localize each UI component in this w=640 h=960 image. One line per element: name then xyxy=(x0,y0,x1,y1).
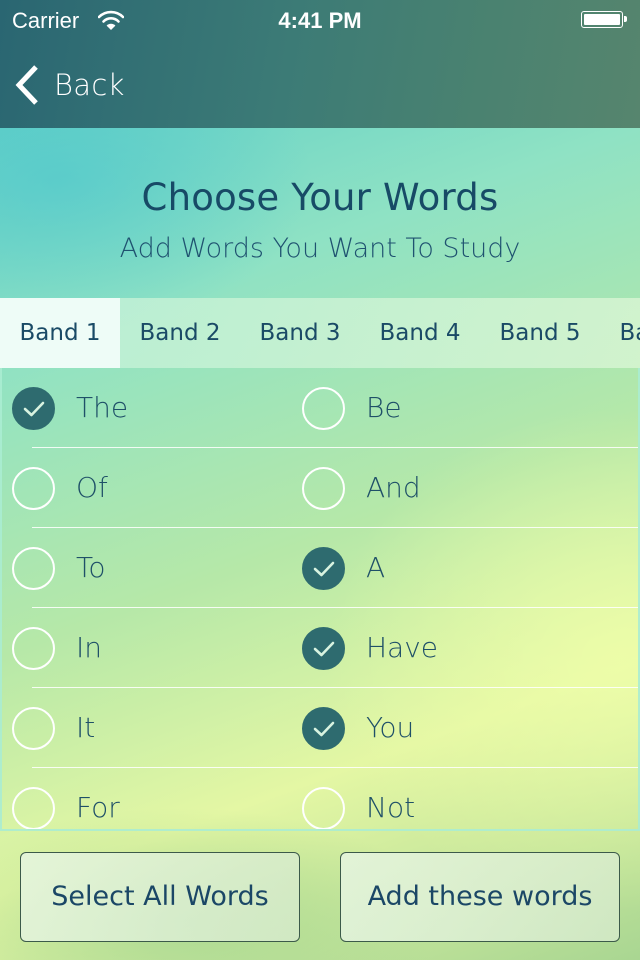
word-label: Be xyxy=(366,391,402,424)
word-row: In Have xyxy=(2,608,638,688)
word-item[interactable]: Of xyxy=(2,448,292,528)
checked-circle-icon[interactable] xyxy=(12,387,55,430)
word-label: A xyxy=(366,551,386,584)
word-list[interactable]: The Be Of And To A In Have It You For Not xyxy=(0,368,640,831)
word-label: The xyxy=(76,391,129,424)
word-item[interactable]: You xyxy=(292,688,582,768)
word-row: To A xyxy=(2,528,638,608)
word-row: For Not xyxy=(2,768,638,829)
word-item[interactable]: For xyxy=(2,768,292,829)
tab-band-3[interactable]: Band 3 xyxy=(240,298,360,368)
unchecked-circle-icon[interactable] xyxy=(12,627,55,670)
chevron-left-icon xyxy=(15,65,38,105)
navigation-bar: Carrier 4:41 PM Back xyxy=(0,0,640,128)
back-label: Back xyxy=(54,68,125,102)
unchecked-circle-icon[interactable] xyxy=(302,387,345,430)
tab-band-5[interactable]: Band 5 xyxy=(480,298,600,368)
word-item[interactable]: A xyxy=(292,528,582,608)
word-label: You xyxy=(366,711,415,744)
clock: 4:41 PM xyxy=(278,8,362,33)
word-row: It You xyxy=(2,688,638,768)
word-item[interactable]: The xyxy=(2,368,292,448)
unchecked-circle-icon[interactable] xyxy=(302,787,345,829)
word-row: Of And xyxy=(2,448,638,528)
page-title: Choose Your Words xyxy=(141,176,499,219)
unchecked-circle-icon[interactable] xyxy=(12,707,55,750)
word-label: Not xyxy=(366,791,416,824)
word-label: To xyxy=(76,551,106,584)
word-item[interactable]: To xyxy=(2,528,292,608)
unchecked-circle-icon[interactable] xyxy=(12,787,55,829)
title-block: Choose Your Words Add Words You Want To … xyxy=(0,128,640,298)
word-item[interactable]: Not xyxy=(292,768,582,829)
checked-circle-icon[interactable] xyxy=(302,707,345,750)
word-label: And xyxy=(366,471,421,504)
word-item[interactable]: Be xyxy=(292,368,582,448)
unchecked-circle-icon[interactable] xyxy=(302,467,345,510)
word-item[interactable]: Have xyxy=(292,608,582,688)
unchecked-circle-icon[interactable] xyxy=(12,467,55,510)
word-row: The Be xyxy=(2,368,638,448)
word-item[interactable]: It xyxy=(2,688,292,768)
back-button[interactable]: Back xyxy=(14,62,125,108)
unchecked-circle-icon[interactable] xyxy=(12,547,55,590)
tab-band-4[interactable]: Band 4 xyxy=(360,298,480,368)
word-label: For xyxy=(76,791,120,824)
tab-band-1[interactable]: Band 1 xyxy=(0,298,120,368)
add-these-words-button[interactable]: Add these words xyxy=(340,852,620,942)
tab-band-6[interactable]: Band 6 xyxy=(600,298,640,368)
word-label: Of xyxy=(76,471,108,504)
page-subtitle: Add Words You Want To Study xyxy=(119,233,521,264)
word-label: Have xyxy=(366,631,439,664)
status-bar: Carrier 4:41 PM xyxy=(0,0,640,40)
battery-full-icon xyxy=(581,11,627,28)
band-tabs[interactable]: Band 1Band 2Band 3Band 4Band 5Band 6 xyxy=(0,298,640,368)
word-item[interactable]: And xyxy=(292,448,582,528)
word-item[interactable]: In xyxy=(2,608,292,688)
word-label: It xyxy=(76,711,96,744)
checked-circle-icon[interactable] xyxy=(302,627,345,670)
checked-circle-icon[interactable] xyxy=(302,547,345,590)
select-all-words-button[interactable]: Select All Words xyxy=(20,852,300,942)
word-label: In xyxy=(76,631,103,664)
tab-band-2[interactable]: Band 2 xyxy=(120,298,240,368)
